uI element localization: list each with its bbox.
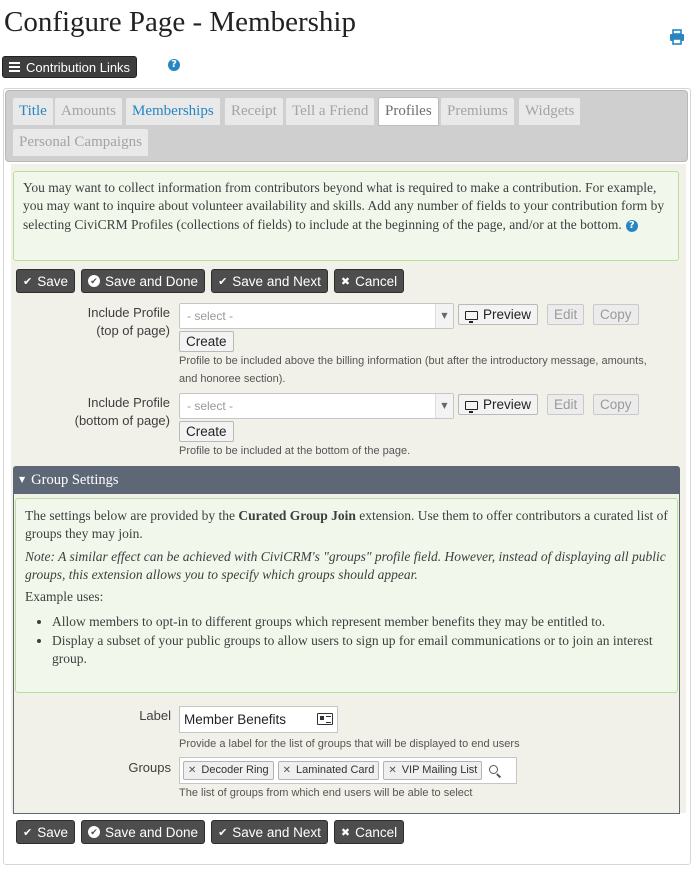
extension-help-box: The settings below are provided by the C…	[15, 498, 678, 693]
tab-memberships[interactable]: Memberships	[125, 97, 221, 126]
include-profile-bottom-label: Include Profile (bottom of page)	[74, 395, 170, 428]
extension-intro: The settings below are provided by the C…	[25, 508, 668, 542]
contribution-links-label: Contribution Links	[26, 59, 131, 75]
examples-title: Example uses:	[25, 589, 104, 605]
label-field-label: Label	[139, 708, 171, 723]
save-and-next-button[interactable]: ✔ Save and Next	[211, 820, 328, 844]
remove-icon[interactable]: ✕	[388, 762, 396, 779]
include-profile-bottom-select[interactable]: - select - ▼	[179, 393, 454, 419]
edit-top-button[interactable]: Edit	[547, 304, 585, 325]
check-icon: ✔	[218, 274, 228, 288]
close-icon: ✖	[340, 274, 351, 288]
edit-bottom-button[interactable]: Edit	[547, 394, 585, 415]
cancel-button[interactable]: ✖ Cancel	[333, 820, 405, 844]
chevron-down-icon: ▼	[435, 304, 453, 328]
print-icon[interactable]	[669, 29, 685, 45]
action-buttons-top: ✔ Save ✔ Save and Done ✔ Save and Next ✖ Can…	[16, 269, 405, 293]
preview-top-button[interactable]: Preview	[458, 304, 539, 325]
cancel-button[interactable]: ✖ Cancel	[333, 269, 405, 293]
check-icon: ✔	[218, 825, 228, 839]
examples-list: Allow members to opt-in to different gro…	[25, 613, 668, 668]
intro-help-box: You may want to collect information from…	[13, 171, 679, 261]
check-icon: ✔	[23, 825, 33, 839]
include-profile-bottom-description: Profile to be included at the bottom of …	[179, 445, 411, 457]
tab-bar: Title Amounts Memberships Receipt Tell a…	[5, 90, 688, 162]
group-chip: ✕ VIP Mailing List	[383, 761, 483, 780]
intro-help-text: You may want to collect information from…	[23, 180, 665, 232]
save-and-done-button[interactable]: ✔ Save and Done	[81, 269, 206, 293]
contact-card-icon	[317, 713, 333, 725]
monitor-icon	[465, 401, 478, 413]
remove-icon[interactable]: ✕	[188, 762, 196, 779]
menu-icon	[9, 60, 20, 74]
monitor-icon	[465, 311, 478, 323]
close-icon: ✖	[340, 825, 351, 839]
group-chip: ✕ Laminated Card	[277, 761, 380, 780]
copy-top-button[interactable]: Copy	[593, 304, 639, 325]
page-title: Configure Page - Membership	[4, 6, 356, 38]
check-icon: ✔	[23, 274, 33, 288]
remove-icon[interactable]: ✕	[283, 762, 291, 779]
search-icon	[488, 764, 502, 778]
list-item: Allow members to opt-in to different gro…	[52, 613, 668, 631]
check-circle-icon: ✔	[88, 826, 100, 838]
tab-amounts[interactable]: Amounts	[54, 97, 124, 126]
preview-bottom-button[interactable]: Preview	[458, 394, 539, 415]
group-settings-header[interactable]: ▼ Group Settings	[13, 466, 680, 494]
tab-tell-a-friend[interactable]: Tell a Friend	[285, 97, 376, 126]
include-profile-top-select[interactable]: - select - ▼	[179, 303, 454, 329]
copy-bottom-button[interactable]: Copy	[593, 394, 639, 415]
check-circle-icon: ✔	[88, 275, 100, 287]
tab-personal-campaigns[interactable]: Personal Campaigns	[12, 128, 149, 157]
label-input[interactable]: Member Benefits	[179, 706, 338, 733]
collapse-arrow-icon: ▼	[19, 475, 26, 484]
tab-title[interactable]: Title	[12, 97, 54, 126]
contribution-links-button[interactable]: Contribution Links	[2, 56, 138, 78]
tab-widgets[interactable]: Widgets	[518, 97, 582, 126]
action-buttons-bottom: ✔ Save ✔ Save and Done ✔ Save and Next ✖ Can…	[16, 820, 405, 844]
save-and-next-button[interactable]: ✔ Save and Next	[211, 269, 328, 293]
group-chip: ✕ Decoder Ring	[183, 761, 274, 780]
help-icon[interactable]: ?	[625, 219, 638, 232]
create-bottom-button[interactable]: Create	[179, 421, 234, 442]
save-and-done-button[interactable]: ✔ Save and Done	[81, 820, 206, 844]
tab-receipt[interactable]: Receipt	[224, 97, 284, 126]
extension-note: Note: A similar effect can be achieved w…	[25, 548, 666, 582]
groups-description: The list of groups from which end users …	[179, 787, 473, 799]
tab-premiums[interactable]: Premiums	[440, 97, 515, 126]
help-icon[interactable]: ?	[168, 59, 180, 71]
chevron-down-icon: ▼	[435, 394, 453, 418]
groups-multiselect[interactable]: ✕ Decoder Ring ✕ Laminated Card ✕ VIP Maili…	[179, 757, 517, 784]
list-item: Display a subset of your public groups t…	[52, 632, 668, 669]
label-description: Provide a label for the list of groups t…	[179, 738, 520, 750]
include-profile-top-description: Profile to be included above the billing…	[179, 355, 647, 385]
save-button[interactable]: ✔ Save	[16, 269, 75, 293]
tab-profiles[interactable]: Profiles	[378, 97, 439, 126]
groups-field-label: Groups	[128, 760, 171, 775]
include-profile-top-label: Include Profile (top of page)	[87, 305, 170, 338]
save-button[interactable]: ✔ Save	[16, 820, 75, 844]
create-top-button[interactable]: Create	[179, 331, 234, 352]
